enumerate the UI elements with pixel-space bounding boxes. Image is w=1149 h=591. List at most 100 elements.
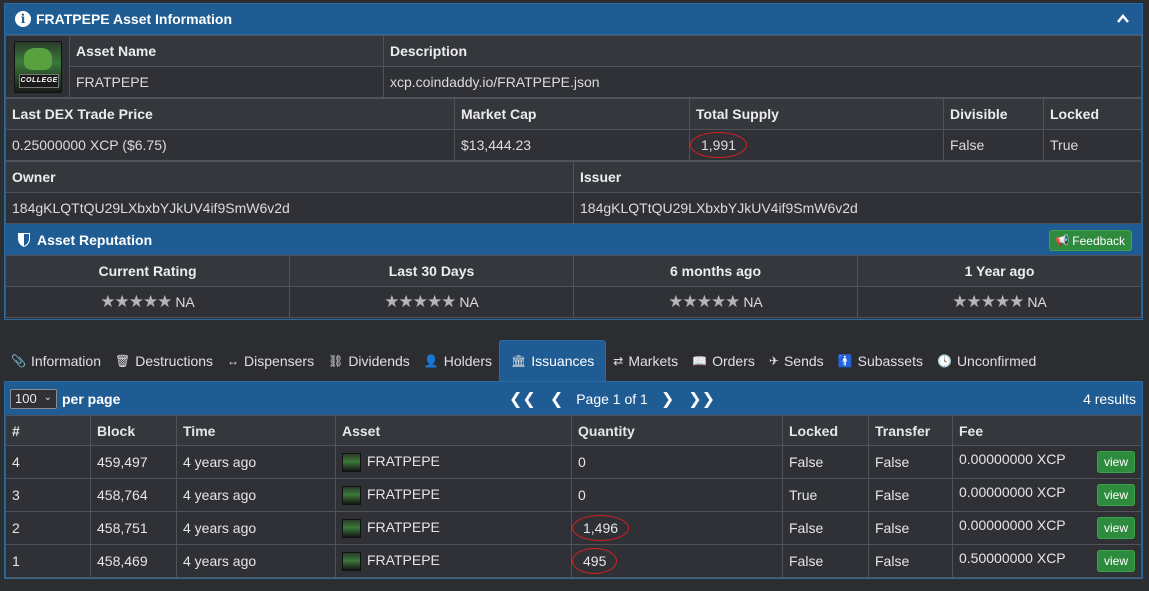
asset-logo-cell: COLLEGE — [5, 35, 70, 98]
table-header-row: # Block Time Asset Quantity Locked Trans… — [5, 415, 1142, 446]
arrows-h-icon: ↔ — [227, 353, 240, 368]
rating-6m: ★★★★★ NA — [573, 286, 858, 318]
tab-information[interactable]: 📎 Information — [4, 340, 108, 381]
row-asset[interactable]: FRATPEPE — [335, 511, 572, 545]
market-cap-value: $13,444.23 — [454, 129, 690, 161]
tab-holders[interactable]: 👤 Holders — [417, 340, 499, 381]
row-transfer: False — [868, 445, 953, 479]
asset-info-header: i FRATPEPE Asset Information — [5, 4, 1142, 35]
col-number: # — [5, 415, 91, 446]
description-value: xcp.coindaddy.io/FRATPEPE.json — [383, 66, 1142, 98]
chevron-up-icon[interactable] — [1116, 12, 1130, 26]
col-block: Block — [90, 415, 177, 446]
tab-dispensers[interactable]: ↔ Dispensers — [220, 340, 321, 381]
row-time: 4 years ago — [176, 478, 336, 512]
asset-thumbnail — [342, 518, 361, 538]
reputation-table: Current Rating Last 30 Days 6 months ago… — [5, 255, 1142, 318]
row-locked: True — [782, 478, 869, 512]
feedback-label: Feedback — [1072, 233, 1125, 248]
tab-dividends[interactable]: ⛓ Dividends — [321, 340, 417, 381]
total-supply-value: 1,991 — [690, 132, 748, 158]
row-fee: 0.50000000 XCP view — [952, 544, 1142, 578]
rating-6m-label: 6 months ago — [573, 255, 858, 287]
chevron-down-icon: ⌄ — [43, 391, 52, 403]
owner-issuer-table: Owner Issuer 184gKLQTtQU29LXbxbYJkUV4if9… — [5, 161, 1142, 224]
row-fee: 0.00000000 XCP view — [952, 478, 1142, 512]
total-supply-cell: 1,991 — [689, 129, 944, 161]
prev-page-icon[interactable]: ❮ — [543, 389, 570, 409]
tab-markets[interactable]: ⇄ Markets — [606, 340, 685, 381]
row-transfer: False — [868, 478, 953, 512]
tab-destructions[interactable]: 🗑 Destructions — [108, 340, 220, 381]
view-button[interactable]: view — [1096, 451, 1135, 473]
row-asset[interactable]: FRATPEPE — [335, 445, 572, 479]
issuances-table: # Block Time Asset Quantity Locked Trans… — [5, 415, 1142, 578]
row-asset[interactable]: FRATPEPE — [335, 544, 572, 578]
col-time: Time — [176, 415, 336, 446]
book-icon: 📖 — [692, 353, 708, 368]
issuances-panel: 100 ⌄ per page ❮❮ ❮ Page 1 of 1 ❯ ❯❯ 4 r… — [4, 381, 1143, 579]
rating-current: ★★★★★ NA — [5, 286, 290, 318]
row-quantity: 0 — [571, 478, 783, 512]
row-time: 4 years ago — [176, 511, 336, 545]
results-count: 4 results — [1083, 391, 1136, 407]
view-button[interactable]: view — [1096, 484, 1135, 506]
block-link[interactable]: 459,497 — [90, 445, 177, 479]
tab-unconfirmed[interactable]: 🕓 Unconfirmed — [930, 340, 1043, 381]
view-button[interactable]: view — [1096, 517, 1135, 539]
rating-1y-label: 1 Year ago — [857, 255, 1142, 287]
row-number: 4 — [5, 445, 91, 479]
child-icon: 🚹 — [837, 353, 853, 368]
row-transfer: False — [868, 511, 953, 545]
row-time: 4 years ago — [176, 445, 336, 479]
issuer-value[interactable]: 184gKLQTtQU29LXbxbYJkUV4if9SmW6v2d — [573, 192, 1142, 224]
stars-icon: ★★★★★ — [100, 292, 172, 311]
row-number: 2 — [5, 511, 91, 545]
row-transfer: False — [868, 544, 953, 578]
asset-thumbnail — [342, 551, 361, 571]
paperclip-icon: 📎 — [11, 353, 26, 368]
feedback-button[interactable]: 📢 Feedback — [1048, 230, 1132, 251]
col-fee: Fee — [952, 415, 1142, 446]
col-locked: Locked — [782, 415, 869, 446]
view-button[interactable]: view — [1096, 550, 1135, 572]
page-indicator: Page 1 of 1 — [576, 390, 648, 407]
tab-sends[interactable]: ✈ Sends — [762, 340, 831, 381]
per-page-select[interactable]: 100 ⌄ — [10, 388, 57, 409]
block-link[interactable]: 458,764 — [90, 478, 177, 512]
col-transfer: Transfer — [868, 415, 953, 446]
info-icon: i — [15, 11, 31, 27]
rating-current-label: Current Rating — [5, 255, 290, 287]
asset-stats-table: Last DEX Trade Price Market Cap Total Su… — [5, 98, 1142, 161]
block-link[interactable]: 458,751 — [90, 511, 177, 545]
rating-1y: ★★★★★ NA — [857, 286, 1142, 318]
first-page-icon[interactable]: ❮❮ — [502, 389, 543, 409]
row-time: 4 years ago — [176, 544, 336, 578]
trash-icon: 🗑 — [115, 353, 131, 368]
tab-orders[interactable]: 📖 Orders — [685, 340, 762, 381]
asset-name-value: FRATPEPE — [69, 66, 384, 98]
row-quantity: 1,496 — [571, 511, 783, 545]
clock-icon: 🕓 — [936, 353, 952, 368]
locked-value: True — [1043, 129, 1142, 161]
asset-name-table: COLLEGE Asset Name Description FRATPEPE … — [5, 35, 1142, 98]
paper-plane-icon: ✈ — [768, 353, 779, 368]
next-page-icon[interactable]: ❯ — [654, 389, 681, 409]
asset-info-panel: i FRATPEPE Asset Information COLLEGE Ass… — [4, 3, 1143, 320]
quantity-annotated: 495 — [572, 548, 618, 574]
last-dex-value: 0.25000000 XCP ($6.75) — [5, 129, 455, 161]
row-locked: False — [782, 445, 869, 479]
rating-30d: ★★★★★ NA — [289, 286, 574, 318]
sitemap-icon: ⛓ — [328, 353, 344, 368]
divisible-label: Divisible — [943, 98, 1044, 130]
col-asset: Asset — [335, 415, 572, 446]
tab-subassets[interactable]: 🚹 Subassets — [831, 340, 930, 381]
bullhorn-icon: 📢 — [1055, 235, 1070, 247]
last-page-icon[interactable]: ❯❯ — [681, 389, 722, 409]
tab-issuances[interactable]: 🏛 Issuances — [499, 340, 607, 381]
row-asset[interactable]: FRATPEPE — [335, 478, 572, 512]
stars-icon: ★★★★★ — [384, 292, 456, 311]
block-link[interactable]: 458,469 — [90, 544, 177, 578]
owner-value[interactable]: 184gKLQTtQU29LXbxbYJkUV4if9SmW6v2d — [5, 192, 574, 224]
table-row: 1 458,469 4 years ago FRATPEPE 495 False… — [5, 544, 1142, 578]
